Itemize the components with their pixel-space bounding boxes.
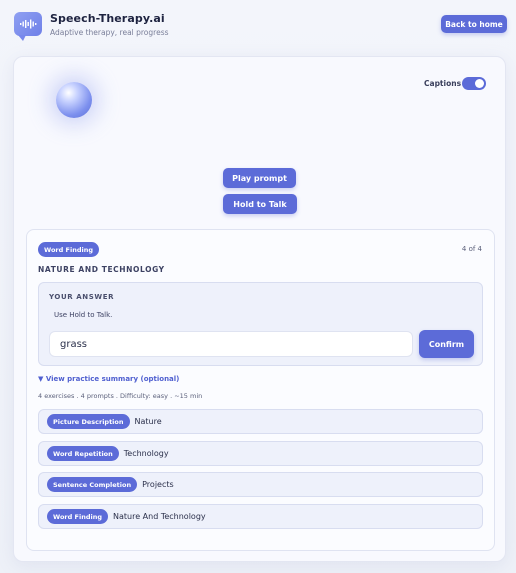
exercise-type-badge: Word Repetition <box>47 446 119 461</box>
answer-heading: YOUR ANSWER <box>49 293 115 301</box>
audio-wave-logo-icon <box>14 12 42 41</box>
answer-input[interactable]: grass <box>49 331 413 357</box>
exercise-progress: 4 of 4 <box>461 245 482 253</box>
app-subtitle: Adaptive therapy, real progress <box>50 28 169 37</box>
session-panel: Captions Play prompt Hold to Talk Word F… <box>13 56 506 562</box>
exercise-type-badge: Picture Description <box>47 414 130 429</box>
summary-row: Picture Description Nature <box>38 409 483 434</box>
exercise-topic: Projects <box>142 480 174 489</box>
play-prompt-button[interactable]: Play prompt <box>223 168 296 188</box>
voice-orb <box>56 82 92 118</box>
exercise-topic: Technology <box>123 449 169 458</box>
captions-toggle[interactable] <box>462 77 486 90</box>
app-title: Speech-Therapy.ai <box>50 12 165 25</box>
back-to-home-button[interactable]: Back to home <box>441 15 507 33</box>
exercise-topic: Nature <box>134 417 162 426</box>
practice-summary-toggle[interactable]: ▼ View practice summary (optional) <box>38 375 179 383</box>
answer-hint: Use Hold to Talk. <box>54 311 113 319</box>
summary-row: Word Finding Nature And Technology <box>38 504 483 529</box>
exercise-type-badge: Word Finding <box>47 509 108 524</box>
practice-summary-meta: 4 exercises . 4 prompts . Difficulty: ea… <box>38 392 203 400</box>
exercise-card: Word Finding 4 of 4 NATURE AND TECHNOLOG… <box>26 229 495 551</box>
exercise-type-badge: Word Finding <box>38 242 99 257</box>
captions-label: Captions <box>424 79 462 88</box>
summary-row: Word Repetition Technology <box>38 441 483 466</box>
answer-section: YOUR ANSWER Use Hold to Talk. grass Conf… <box>38 282 483 366</box>
summary-row: Sentence Completion Projects <box>38 472 483 497</box>
exercise-type-badge: Sentence Completion <box>47 477 138 492</box>
exercise-topic: Nature And Technology <box>112 512 206 521</box>
app-header: Speech-Therapy.ai Adaptive therapy, real… <box>0 0 516 54</box>
toggle-knob <box>475 79 484 88</box>
exercise-title: NATURE AND TECHNOLOGY <box>38 265 165 274</box>
hold-to-talk-button[interactable]: Hold to Talk <box>223 194 297 214</box>
confirm-button[interactable]: Confirm <box>419 330 474 358</box>
